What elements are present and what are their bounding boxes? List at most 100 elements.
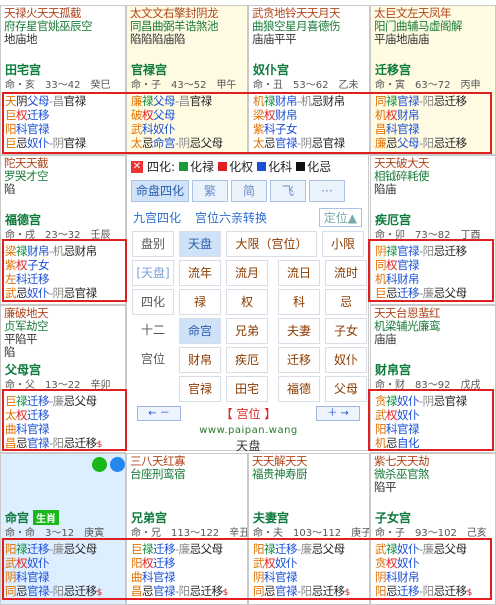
- palace-xiongdi[interactable]: 三八天红寡 台座刑鸾宿 兄弟宫 命・兄 113～122 辛丑 巨禄迁移-廉忌父母 阳权迁移…: [126, 453, 248, 605]
- status-dots: [92, 457, 125, 472]
- grid-cell-5-4[interactable]: 父母: [325, 376, 367, 402]
- palace-tianzhai[interactable]: 天禄火天天孤截 府存星官姚巫辰空 地庙地 田宅宫 命・亥 33～42 癸巳 天阴父母-昌官…: [0, 5, 126, 155]
- palace-fuqi[interactable]: 天天解天天 福贵神寿厨 夫妻宫 命・夫 103～112 庚子 阳禄迁移-廉忌父母 武权奴仆…: [248, 453, 370, 605]
- grid-cell-1-2[interactable]: 流月: [226, 260, 268, 286]
- grid-cell-4-2[interactable]: 疾厄: [226, 347, 268, 373]
- grid-cell-1-3[interactable]: 流日: [278, 260, 320, 286]
- tab-0[interactable]: 命盘四化: [131, 180, 189, 202]
- sihua-row[interactable]: 巨禄迁移-廉忌父母: [131, 542, 228, 556]
- sihua-row[interactable]: 阳科官禄: [375, 422, 467, 436]
- opt1-link[interactable]: 九宫四化: [133, 209, 181, 226]
- tab-2[interactable]: 简: [231, 180, 267, 202]
- palace-caibo[interactable]: 天天台恩蜚红 机梁辅光廉鸾 庙庙 财帛宫 命・财 83～92 戊戌 贪禄奴仆-阴忌官禄 武权…: [370, 305, 496, 453]
- grid-cell-3-3[interactable]: 夫妻: [278, 318, 320, 344]
- sihua-row[interactable]: 太忌官禄-阴忌官禄: [253, 136, 345, 150]
- next-button[interactable]: ＋ →: [315, 406, 360, 421]
- grid-cell-0-3[interactable]: 小限: [322, 231, 364, 257]
- sihua-row[interactable]: 贪权奴仆: [375, 556, 472, 570]
- palace-guanlu[interactable]: 太文文右擎封阴龙 同昌曲弼羊诰煞池 陷陷陷庙陷 官禄宫 命・子 43～52 甲午 廉禄父母…: [126, 5, 248, 155]
- palace-fude[interactable]: 陀天天截 罗哭才空陷福德宫 命・戌 23～32 壬辰 梁禄财帛-机忌财帛 紫权子女 左科迁…: [0, 155, 126, 305]
- palace-fumu[interactable]: 廉破地天 贞军劫空 平陷平陷父母宫 命・父 13～22 辛卯 巨禄迁移-廉忌父母 太权迁移…: [0, 305, 126, 453]
- palace-zinv[interactable]: 紫七天天劫 微杀巫官煞 陷平 子女宫 命・子 93～102 己亥 武禄奴仆-廉忌父母 贪权奴…: [370, 453, 496, 605]
- close-icon[interactable]: ✕: [131, 160, 143, 173]
- grid-cell-5-2[interactable]: 田宅: [226, 376, 268, 402]
- sihua-row[interactable]: 同禄官禄-阳忌迁移: [375, 94, 467, 108]
- sihua-row[interactable]: 机科财帛: [375, 272, 467, 286]
- grid-cell-2-3[interactable]: 科: [278, 289, 320, 315]
- sihua-row[interactable]: 廉禄父母-昌官禄: [131, 94, 223, 108]
- sihua-row[interactable]: 阴科财帛: [375, 570, 472, 584]
- sihua-row[interactable]: 廉忌父母-阳忌迁移: [375, 136, 467, 150]
- green-dot: [92, 457, 107, 472]
- sihua-row[interactable]: 梁禄财帛-机忌财帛: [5, 244, 97, 258]
- sihua-row[interactable]: 阳权迁移: [131, 556, 228, 570]
- grid-cell-2-4[interactable]: 忌: [325, 289, 367, 315]
- sihua-row[interactable]: 巨禄迁移-廉忌父母: [5, 394, 102, 408]
- sihua-row[interactable]: 太忌命宫-阴忌父母: [131, 136, 223, 150]
- grid-cell-3-1[interactable]: 命宫: [179, 318, 221, 344]
- grid-cell-4-3[interactable]: 迁移: [278, 347, 320, 373]
- sihua-row[interactable]: 贪禄奴仆-阴忌官禄: [375, 394, 467, 408]
- grid-cell-2-1[interactable]: 禄: [179, 289, 221, 315]
- sihua-row[interactable]: 昌忌官禄-阳忌迁移$: [5, 436, 102, 452]
- sihua-row[interactable]: 巨权迁移: [5, 108, 86, 122]
- star-row: 庙庙: [374, 332, 397, 346]
- sihua-row[interactable]: 紫科子女: [253, 122, 345, 136]
- sihua-row[interactable]: 紫权子女: [5, 258, 97, 272]
- palace-ming[interactable]: 命宫 生肖 命・命 3～12 庚寅 阳禄迁移-廉忌父母 武权奴仆 阴科官禄 同忌官禄-阳忌迁…: [0, 453, 126, 605]
- grid-cell-1-0[interactable]: [天盘]: [132, 260, 174, 286]
- grid-cell-4-1[interactable]: 财帛: [179, 347, 221, 373]
- sihua-row[interactable]: 机权财帛: [375, 108, 467, 122]
- sihua-row[interactable]: 阴科官禄: [253, 570, 350, 584]
- sihua-row[interactable]: 同权官禄: [375, 258, 467, 272]
- sihua-row[interactable]: 阳禄迁移-廉忌父母: [253, 542, 350, 556]
- locate-select[interactable]: 定位▲: [318, 208, 362, 227]
- opt2-link[interactable]: 宫位六亲转换: [195, 209, 267, 226]
- sihua-row[interactable]: 武禄奴仆-廉忌父母: [375, 542, 472, 556]
- palace-nupu[interactable]: 武贪地铃天天月天 曲狼空星月喜德伤 庙庙平平 奴仆宫 命・丑 53～62 乙未 机禄财帛-…: [248, 5, 370, 155]
- grid-cell-5-3[interactable]: 福德: [278, 376, 320, 402]
- sihua-row[interactable]: 巨忌迁移-廉忌父母: [375, 286, 467, 300]
- sihua-row[interactable]: 同忌官禄-阳忌迁移$: [253, 584, 350, 600]
- sihua-row[interactable]: 天阴父母-昌官禄: [5, 94, 86, 108]
- sihua-row[interactable]: 阳忌迁移-阳忌迁移$: [375, 584, 472, 600]
- sihua-row[interactable]: 阴科官禄: [5, 570, 102, 584]
- grid-cell-5-1[interactable]: 官禄: [179, 376, 221, 402]
- sihua-row[interactable]: 阳科官禄: [5, 122, 86, 136]
- grid-cell-0-1[interactable]: 天盘: [179, 231, 221, 257]
- prev-button[interactable]: ← －: [137, 406, 181, 421]
- grid-cell-1-1[interactable]: 流年: [179, 260, 221, 286]
- sihua-row[interactable]: 武忌奴仆-阴忌官禄: [5, 286, 97, 300]
- sihua-row[interactable]: 武权奴仆: [375, 408, 467, 422]
- sihua-row[interactable]: 武权奴仆: [5, 556, 102, 570]
- grid-cell-1-4[interactable]: 流时: [325, 260, 367, 286]
- sihua-row[interactable]: 机禄财帛-机忌财帛: [253, 94, 345, 108]
- grid-cell-2-2[interactable]: 权: [226, 289, 268, 315]
- sihua-row[interactable]: 武权奴仆: [253, 556, 350, 570]
- grid-cell-3-2[interactable]: 兄弟: [226, 318, 268, 344]
- sihua-row[interactable]: 曲科官禄: [131, 570, 228, 584]
- grid-cell-0-0: 盘别: [132, 231, 174, 257]
- sihua-row[interactable]: 太权迁移: [5, 408, 102, 422]
- sihua-row[interactable]: 曲科官禄: [5, 422, 102, 436]
- tab-4[interactable]: ···: [309, 180, 345, 202]
- grid-cell-3-4[interactable]: 子女: [325, 318, 367, 344]
- sihua-row[interactable]: 梁权财帛: [253, 108, 345, 122]
- palace-jie[interactable]: 天天破大天 相钺碎耗使 陷庙 疾厄宫 命・卯 73～82 丁酉 阴禄官禄-阳忌迁移 同权官禄…: [370, 155, 496, 305]
- sihua-row[interactable]: 破权父母: [131, 108, 223, 122]
- sihua-row[interactable]: 昌科官禄: [375, 122, 467, 136]
- sihua-row[interactable]: 武科奴仆: [131, 122, 223, 136]
- sihua-row[interactable]: 同忌官禄-阳忌迁移$: [5, 584, 102, 600]
- sihua-row[interactable]: 昌忌官禄-阳忌迁移$: [131, 584, 228, 600]
- tab-1[interactable]: 繁: [192, 180, 228, 202]
- sihua-row[interactable]: 阳禄迁移-廉忌父母: [5, 542, 102, 556]
- legend-swatch: [179, 162, 189, 171]
- sihua-row[interactable]: 巨忌奴仆-阴官禄: [5, 136, 86, 150]
- tab-3[interactable]: 飞: [270, 180, 306, 202]
- palace-qianyi[interactable]: 太巨文左天凤年 阳门曲辅马虚阁解 平庙地庙庙 迁移宫 命・寅 63～72 丙申 同禄官禄-…: [370, 5, 496, 155]
- sihua-row[interactable]: 左科迁移: [5, 272, 97, 286]
- sihua-row[interactable]: 机忌自化: [375, 436, 467, 450]
- grid-cell-4-4[interactable]: 奴仆: [325, 347, 367, 373]
- sihua-row[interactable]: 阴禄官禄-阳忌迁移: [375, 244, 467, 258]
- grid-cell-0-2[interactable]: 大限（宫位）: [226, 231, 317, 257]
